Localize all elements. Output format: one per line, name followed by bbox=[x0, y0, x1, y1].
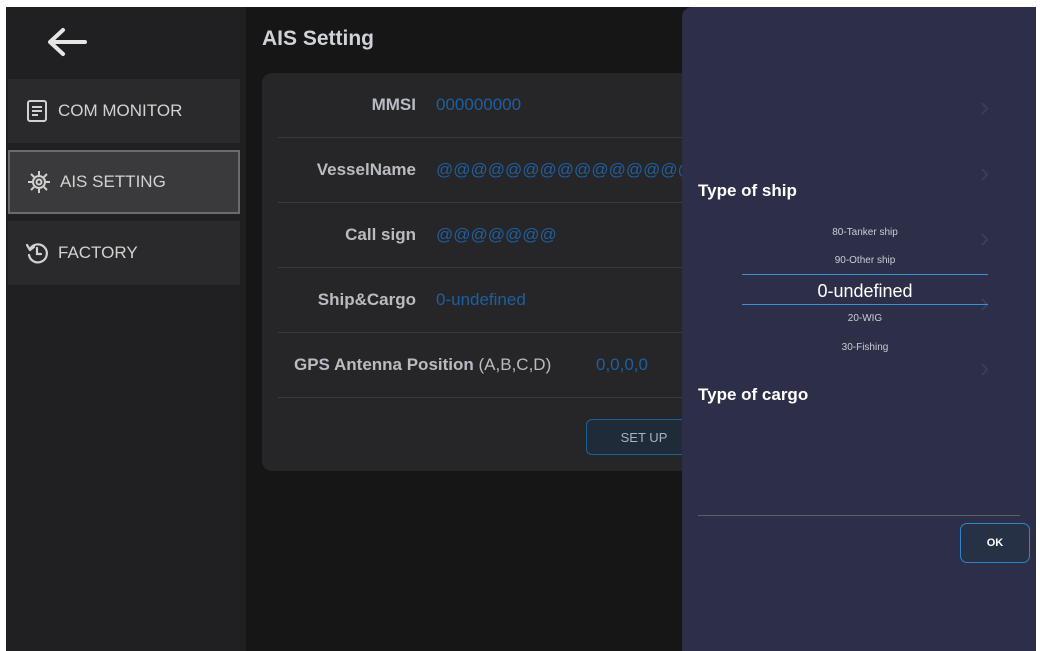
gps-antenna-label-text: GPS Antenna Position bbox=[294, 355, 474, 374]
picker-selection-line bbox=[742, 304, 988, 305]
chevron-right-icon: › bbox=[980, 157, 990, 188]
back-arrow-icon[interactable] bbox=[42, 23, 92, 61]
divider bbox=[698, 515, 1020, 516]
gps-antenna-label: GPS Antenna Position (A,B,C,D) bbox=[294, 355, 551, 375]
ship-cargo-dialog: › › › › › Type of ship 80-Tanker ship 90… bbox=[682, 7, 1036, 651]
sidebar-item-label: FACTORY bbox=[58, 243, 138, 262]
sidebar-item-com-monitor[interactable]: COM MONITOR bbox=[8, 79, 240, 143]
call-sign-label: Call sign bbox=[345, 225, 416, 244]
ship-type-heading: Type of ship bbox=[698, 181, 797, 200]
sidebar-item-factory[interactable]: FACTORY bbox=[8, 221, 240, 285]
picker-option[interactable]: 80-Tanker ship bbox=[742, 227, 988, 238]
sidebar-item-label: COM MONITOR bbox=[58, 101, 183, 120]
cargo-type-heading: Type of cargo bbox=[698, 385, 809, 404]
sidebar-item-ais-setting[interactable]: AIS SETTING bbox=[8, 150, 240, 214]
ship-cargo-value[interactable]: 0-undefined bbox=[436, 290, 526, 310]
picker-option[interactable]: 20-WIG bbox=[742, 313, 988, 324]
chevron-right-icon: › bbox=[980, 91, 990, 122]
page-title: AIS Setting bbox=[262, 27, 375, 50]
document-icon bbox=[24, 98, 50, 124]
sidebar-item-label: AIS SETTING bbox=[60, 172, 166, 191]
call-sign-value[interactable]: @@@@@@@ bbox=[436, 225, 557, 245]
mmsi-value[interactable]: 000000000 bbox=[436, 95, 521, 115]
vessel-name-label: VesselName bbox=[316, 160, 416, 179]
ship-type-picker[interactable]: 80-Tanker ship 90-Other ship 0-undefined… bbox=[742, 217, 988, 369]
gps-antenna-value[interactable]: 0,0,0,0 bbox=[596, 355, 648, 375]
picker-option[interactable]: 90-Other ship bbox=[742, 255, 988, 266]
history-reset-icon bbox=[24, 240, 50, 266]
settings-gear-icon bbox=[26, 169, 52, 195]
ok-button[interactable]: OK bbox=[960, 523, 1030, 563]
picker-option-selected[interactable]: 0-undefined bbox=[742, 281, 988, 302]
ship-cargo-label: Ship&Cargo bbox=[317, 290, 416, 309]
picker-selection-line bbox=[742, 274, 988, 275]
mmsi-label: MMSI bbox=[371, 95, 416, 114]
gps-antenna-label-suffix: (A,B,C,D) bbox=[478, 355, 552, 374]
screen: COM MONITOR AIS SETTING FACTORY AIS Sett… bbox=[6, 7, 1036, 651]
picker-option[interactable]: 30-Fishing bbox=[742, 342, 988, 353]
sidebar: COM MONITOR AIS SETTING FACTORY bbox=[6, 7, 246, 651]
